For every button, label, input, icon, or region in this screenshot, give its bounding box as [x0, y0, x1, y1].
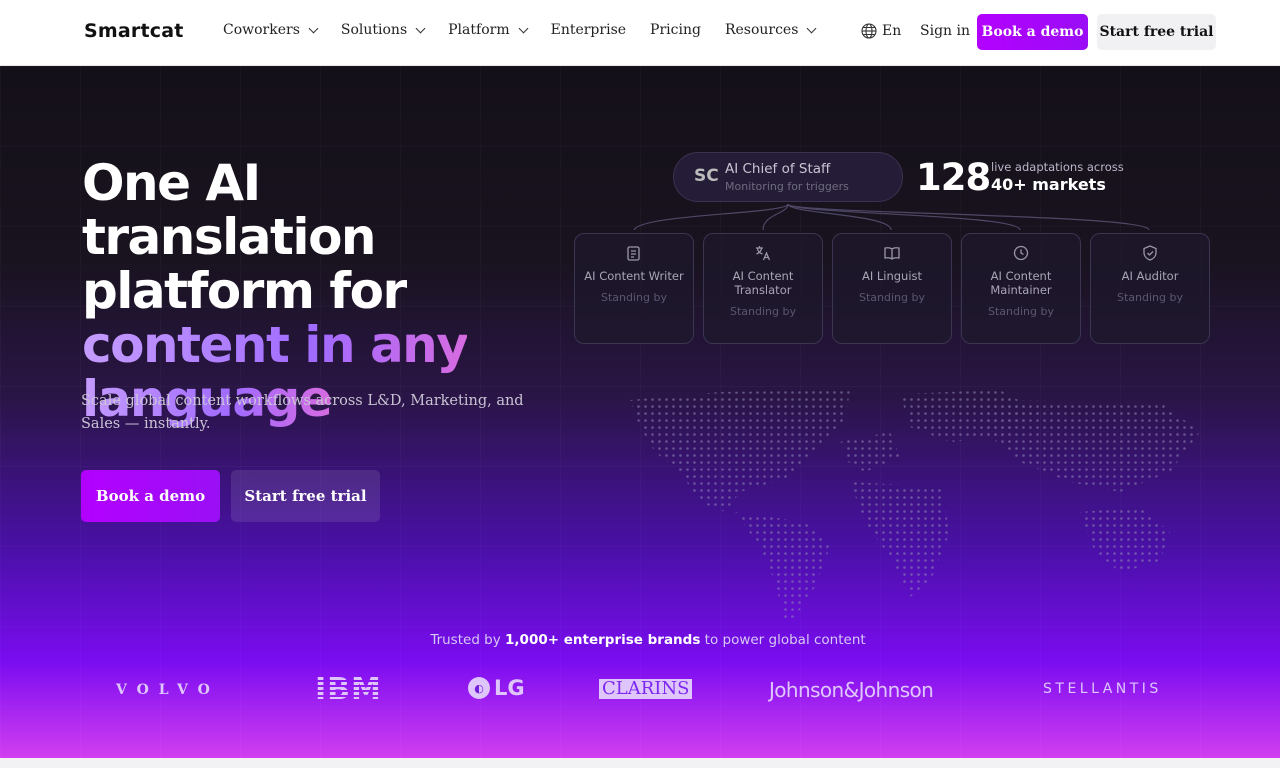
lg-wordmark: LG [494, 676, 525, 700]
language-selector[interactable]: En [861, 23, 901, 39]
nav-solutions[interactable]: Solutions [340, 22, 426, 38]
agent-card-content-translator[interactable]: AI Content Translator Standing by [703, 233, 823, 344]
agent-status: Standing by [988, 305, 1054, 318]
lg-logo: ◐ LG [468, 676, 525, 700]
agent-card-content-writer[interactable]: AI Content Writer Standing by [574, 233, 694, 344]
nav-coworkers[interactable]: Coworkers [223, 22, 319, 38]
chevron-down-icon [308, 23, 319, 33]
brand-logos-row: VOLVO IBM ◐ LG CLARINS Johnson&Johnson ST… [0, 672, 1280, 712]
main-nav: Coworkers Solutions Platform Enterprise … [223, 22, 817, 38]
book-icon [882, 244, 902, 264]
stellantis-logo: STELLANTIS [1043, 681, 1162, 697]
hero-section: One AI translation platform for content … [0, 66, 1280, 758]
agent-status: Standing by [859, 291, 925, 304]
sign-in-link[interactable]: Sign in [920, 23, 970, 39]
stat-number: 128 [916, 156, 991, 199]
shield-check-icon [1140, 244, 1160, 264]
ai-chief-of-staff-pill: SC AI Chief of Staff Monitoring for trig… [673, 152, 903, 202]
agent-status: Standing by [1117, 291, 1183, 304]
smartcat-mark-icon: SC [694, 166, 719, 186]
nav-label: Pricing [650, 22, 701, 38]
nav-label: Solutions [340, 22, 408, 38]
headline-line: platform for [82, 262, 407, 320]
agent-card-auditor[interactable]: AI Auditor Standing by [1090, 233, 1210, 344]
chief-subtitle: Monitoring for triggers [725, 180, 849, 193]
agent-title: AI Content Writer [584, 269, 684, 283]
lg-face-icon: ◐ [468, 677, 490, 699]
nav-pricing[interactable]: Pricing [650, 22, 701, 38]
nav-platform[interactable]: Platform [448, 22, 529, 38]
headline-line: One AI translation [82, 154, 377, 266]
hero-subtitle: Scale global content workflows across L&… [81, 393, 524, 432]
trusted-suffix: to power global content [704, 632, 866, 648]
clarins-logo: CLARINS [599, 679, 693, 699]
nav-label: Platform [448, 22, 510, 38]
globe-icon [861, 23, 877, 39]
ibm-logo: IBM [315, 672, 382, 707]
agent-status: Standing by [601, 291, 667, 304]
smartcat-logo[interactable]: Smartcat [84, 20, 184, 42]
agent-card-linguist[interactable]: AI Linguist Standing by [832, 233, 952, 344]
nav-label: Resources [724, 22, 799, 38]
hero-headline: One AI translation platform for content … [82, 156, 562, 426]
site-header: Smartcat Coworkers Solutions Platform En… [0, 0, 1280, 66]
edit-note-icon [624, 244, 644, 264]
translate-icon [753, 244, 773, 264]
agent-status: Standing by [730, 305, 796, 318]
stat-markets: 40+ markets [991, 175, 1106, 194]
chevron-down-icon [806, 23, 817, 33]
header-start-trial-button[interactable]: Start free trial [1097, 14, 1216, 50]
header-book-demo-button[interactable]: Book a demo [977, 14, 1088, 50]
world-map-graphic [630, 390, 1200, 622]
agent-connectors [633, 203, 1150, 231]
agent-title: AI Content Maintainer [990, 269, 1052, 297]
refresh-clock-icon [1011, 244, 1031, 264]
agent-card-content-maintainer[interactable]: AI Content Maintainer Standing by [961, 233, 1081, 344]
chevron-down-icon [518, 23, 529, 33]
chevron-down-icon [415, 23, 426, 33]
nav-label: Coworkers [223, 22, 300, 38]
nav-label: Enterprise [550, 22, 627, 38]
agent-title: AI Linguist [861, 269, 923, 283]
headline-accent: content in any [82, 316, 469, 374]
volvo-logo: VOLVO [116, 682, 220, 698]
johnson-and-johnson-logo: Johnson&Johnson [769, 678, 934, 702]
nav-resources[interactable]: Resources [724, 22, 817, 38]
hero-start-trial-button[interactable]: Start free trial [231, 470, 380, 522]
agent-title: AI Auditor [1121, 269, 1179, 283]
hero-book-demo-button[interactable]: Book a demo [81, 470, 220, 522]
nav-enterprise[interactable]: Enterprise [551, 22, 626, 38]
agent-title: AI Content Translator [732, 269, 794, 297]
language-label: En [882, 23, 902, 39]
trusted-highlight: 1,000+ enterprise brands [505, 632, 701, 648]
stat-caption: live adaptations across [991, 160, 1124, 174]
trusted-by-text: Trusted by 1,000+ enterprise brands to p… [0, 632, 1280, 648]
trusted-prefix: Trusted by [430, 632, 501, 648]
chief-title: AI Chief of Staff [725, 161, 831, 177]
ai-agent-cards: AI Content Writer Standing by AI Content… [574, 233, 1210, 344]
